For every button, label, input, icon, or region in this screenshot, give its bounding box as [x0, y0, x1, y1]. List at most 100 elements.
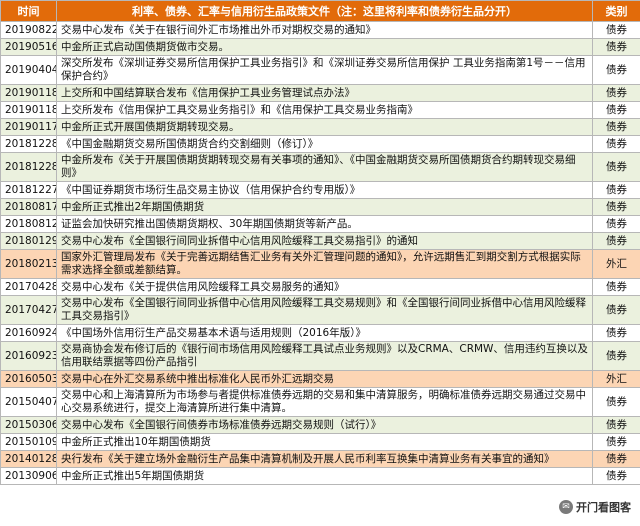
row-date: 20140128 [0, 450, 57, 468]
table-row: 20180129 交易中心发布《全国银行间同业拆借中心信用风险缓释工具交易指引》的… [0, 232, 640, 250]
row-date: 20160923 [0, 341, 57, 371]
row-type: 外汇 [592, 249, 640, 279]
row-content: 《中国证券期货市场衍生品交易主协议（信用保护合约专用版）》 [56, 181, 593, 199]
row-date: 20190118 [0, 101, 57, 119]
row-date: 20130906 [0, 467, 57, 485]
row-content: 中金所正式推出10年期国债期货 [56, 433, 593, 451]
table-row: 20190118 上交所和中国结算联合发布《信用保护工具业务管理试点办法》 债券 [0, 84, 640, 102]
row-content: 中金所正式开展国债期货期转现交易。 [56, 118, 593, 136]
table-row: 20181227 《中国证券期货市场衍生品交易主协议（信用保护合约专用版）》 债券 [0, 181, 640, 199]
row-date: 20180213 [0, 249, 57, 279]
table-row: 20180812 证监会加快研究推出国债期货期权、30年期国债期货等新产品。 债券 [0, 215, 640, 233]
row-content: 上交所和中国结算联合发布《信用保护工具业务管理试点办法》 [56, 84, 593, 102]
row-date: 20150407 [0, 387, 57, 417]
header-content: 利率、债券、汇率与信用衍生品政策文件（注：这里将利率和债券衍生品分开） [56, 0, 593, 22]
row-content: 中金所发布《关于开展国债期货期转现交易有关事项的通知》、《中国金融期货交易所国债… [56, 152, 593, 182]
row-type: 债券 [592, 21, 640, 39]
table-row: 20160503 交易中心在外汇交易系统中推出标准化人民币外汇远期交易 外汇 [0, 370, 640, 388]
table-row: 20180817 中金所正式推出2年期国债期货 债券 [0, 198, 640, 216]
table-body: 20190822 交易中心发布《关于在银行间外汇市场推出外币对期权交易的通知》 债券… [0, 21, 640, 485]
table-row: 20160924 《中国场外信用衍生产品交易基本术语与适用规则（2016年版）》债… [0, 324, 640, 342]
table-row: 20160923 交易商协会发布修订后的《银行间市场信用风险缓释工具试点业务规则》… [0, 341, 640, 371]
row-content: 中金所正式推出2年期国债期货 [56, 198, 593, 216]
header-row: 时间 利率、债券、汇率与信用衍生品政策文件（注：这里将利率和债券衍生品分开） 类… [0, 0, 640, 22]
table-row: 20190117 中金所正式开展国债期货期转现交易。 债券 [0, 118, 640, 136]
row-date: 20160924 [0, 324, 57, 342]
table-row: 20170427 交易中心发布《全国银行间同业拆借中心信用风险缓释工具交易规则》和… [0, 295, 640, 325]
table-row: 20150407 交易中心和上海清算所为市场参与者提供标准债券远期的交易和集中清算… [0, 387, 640, 417]
row-type: 债券 [592, 450, 640, 468]
row-date: 20190117 [0, 118, 57, 136]
watermark: ✉ 开门看图客 [556, 498, 634, 516]
row-type: 债券 [592, 295, 640, 325]
policy-table: 时间 利率、债券、汇率与信用衍生品政策文件（注：这里将利率和债券衍生品分开） 类… [0, 0, 640, 485]
row-date: 20160503 [0, 370, 57, 388]
row-date: 20150306 [0, 416, 57, 434]
row-type: 债券 [592, 387, 640, 417]
row-type: 债券 [592, 55, 640, 85]
table-row: 20150109 中金所正式推出10年期国债期货 债券 [0, 433, 640, 451]
row-type: 债券 [592, 433, 640, 451]
table-row: 20190404 深交所发布《深圳证券交易所信用保护工具业务指引》和《深圳证券交易… [0, 55, 640, 85]
row-type: 债券 [592, 467, 640, 485]
row-date: 20181228 [0, 135, 57, 153]
row-content: 交易中心发布《全国银行间同业拆借中心信用风险缓释工具交易规则》和《全国银行间同业… [56, 295, 593, 325]
row-type: 债券 [592, 416, 640, 434]
row-content: 交易中心发布《关于在银行间外汇市场推出外币对期权交易的通知》 [56, 21, 593, 39]
table-row: 20150306 交易中心发布《全国银行间债券市场标准债券远期交易规则（试行）》债… [0, 416, 640, 434]
row-content: 上交所发布《信用保护工具交易业务指引》和《信用保护工具交易业务指南》 [56, 101, 593, 119]
row-content: 《中国场外信用衍生产品交易基本术语与适用规则（2016年版）》 [56, 324, 593, 342]
table-row: 20190516 中金所正式启动国债期货做市交易。 债券 [0, 38, 640, 56]
row-content: 深交所发布《深圳证券交易所信用保护工具业务指引》和《深圳证券交易所信用保护 工具… [56, 55, 593, 85]
row-date: 20180129 [0, 232, 57, 250]
row-type: 债券 [592, 198, 640, 216]
table-row: 20180213 国家外汇管理局发布《关于完善远期结售汇业务有关外汇管理问题的通知… [0, 249, 640, 279]
row-content: 交易商协会发布修订后的《银行间市场信用风险缓释工具试点业务规则》以及CRMA、C… [56, 341, 593, 371]
row-content: 交易中心发布《全国银行间同业拆借中心信用风险缓释工具交易指引》的通知 [56, 232, 593, 250]
row-type: 债券 [592, 215, 640, 233]
row-type: 债券 [592, 324, 640, 342]
row-content: 交易中心在外汇交易系统中推出标准化人民币外汇远期交易 [56, 370, 593, 388]
row-content: 证监会加快研究推出国债期货期权、30年期国债期货等新产品。 [56, 215, 593, 233]
table-row: 20170428 交易中心发布《关于提供信用风险缓释工具交易服务的通知》 债券 [0, 278, 640, 296]
row-date: 20170427 [0, 295, 57, 325]
row-type: 债券 [592, 232, 640, 250]
row-date: 20180812 [0, 215, 57, 233]
row-content: 交易中心发布《全国银行间债券市场标准债券远期交易规则（试行）》 [56, 416, 593, 434]
table-row: 20190822 交易中心发布《关于在银行间外汇市场推出外币对期权交易的通知》 债券 [0, 21, 640, 39]
row-date: 20190516 [0, 38, 57, 56]
row-date: 20180817 [0, 198, 57, 216]
row-type: 债券 [592, 101, 640, 119]
table-row: 20130906 中金所正式推出5年期国债期货 债券 [0, 467, 640, 485]
row-date: 20190822 [0, 21, 57, 39]
table-row: 20181228 中金所发布《关于开展国债期货期转现交易有关事项的通知》、《中国金… [0, 152, 640, 182]
row-content: 交易中心和上海清算所为市场参与者提供标准债券远期的交易和集中清算服务，明确标准债… [56, 387, 593, 417]
row-content: 《中国金融期货交易所国债期货合约交割细则（修订）》 [56, 135, 593, 153]
row-type: 债券 [592, 152, 640, 182]
row-date: 20181227 [0, 181, 57, 199]
table-row: 20190118 上交所发布《信用保护工具交易业务指引》和《信用保护工具交易业务指… [0, 101, 640, 119]
row-date: 20190404 [0, 55, 57, 85]
row-type: 债券 [592, 341, 640, 371]
row-type: 债券 [592, 84, 640, 102]
chat-bubble-icon: ✉ [559, 500, 573, 514]
header-type: 类别 [592, 0, 640, 22]
row-type: 外汇 [592, 370, 640, 388]
row-type: 债券 [592, 135, 640, 153]
watermark-text: 开门看图客 [576, 501, 631, 514]
row-content: 国家外汇管理局发布《关于完善远期结售汇业务有关外汇管理问题的通知》，允许远期售汇… [56, 249, 593, 279]
table-row: 20181228 《中国金融期货交易所国债期货合约交割细则（修订）》 债券 [0, 135, 640, 153]
row-type: 债券 [592, 38, 640, 56]
row-date: 20190118 [0, 84, 57, 102]
row-content: 交易中心发布《关于提供信用风险缓释工具交易服务的通知》 [56, 278, 593, 296]
row-content: 中金所正式启动国债期货做市交易。 [56, 38, 593, 56]
row-type: 债券 [592, 278, 640, 296]
row-date: 20170428 [0, 278, 57, 296]
row-type: 债券 [592, 181, 640, 199]
row-type: 债券 [592, 118, 640, 136]
header-date: 时间 [0, 0, 57, 22]
row-content: 中金所正式推出5年期国债期货 [56, 467, 593, 485]
row-content: 央行发布《关于建立场外金融衍生产品集中清算机制及开展人民币利率互换集中清算业务有… [56, 450, 593, 468]
row-date: 20181228 [0, 152, 57, 182]
table-row: 20140128 央行发布《关于建立场外金融衍生产品集中清算机制及开展人民币利率互… [0, 450, 640, 468]
